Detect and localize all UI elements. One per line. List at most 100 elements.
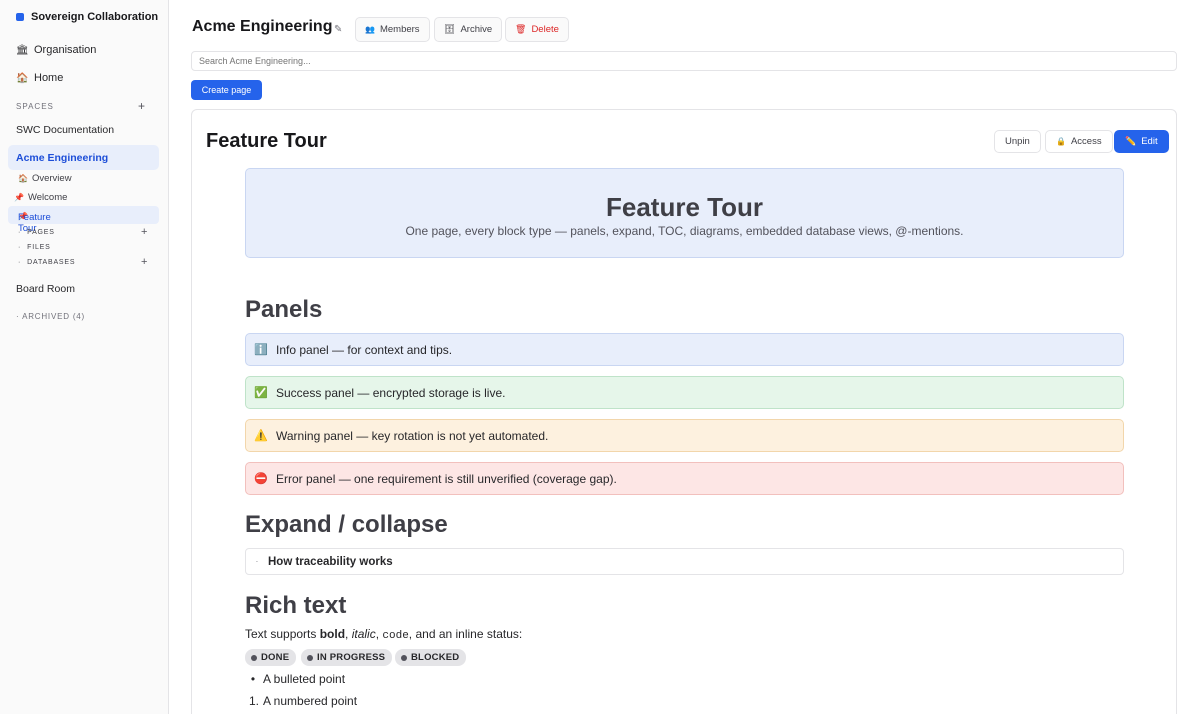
warning-icon: ⚠️ — [254, 430, 268, 442]
tree-section-label: DATABASES — [27, 259, 76, 266]
list-item-text: A bulleted point — [263, 672, 346, 686]
delete-button[interactable]: 🗑 Delete — [505, 17, 569, 42]
status-dot-icon — [251, 654, 257, 661]
search-input[interactable] — [191, 51, 1177, 71]
sidebar-space-acme-engineering[interactable]: Acme Engineering — [8, 145, 159, 170]
bullet-icon: · — [18, 244, 22, 251]
unpin-label: Unpin — [1005, 136, 1030, 147]
list-number: 1. — [249, 694, 260, 708]
expand-heading: Expand / collapse — [245, 511, 448, 538]
sidebar-space-label: Acme Engineering — [16, 152, 109, 164]
rename-pencil-icon[interactable]: ✎ — [334, 24, 342, 35]
no-entry-icon: ⛔ — [254, 473, 268, 485]
edit-button[interactable]: ✏️ Edit — [1114, 130, 1169, 153]
status-dot-icon — [401, 654, 407, 661]
hero-subtitle: One page, every block type — panels, exp… — [405, 224, 964, 238]
panel-text: Success panel — encrypted storage is liv… — [276, 385, 506, 400]
status-badge-in-progress: IN PROGRESS — [301, 649, 393, 666]
bullet-icon: · — [18, 229, 22, 236]
info-icon: ℹ️ — [254, 344, 268, 356]
sidebar-item-label: Welcome — [27, 192, 68, 203]
sidebar-item-overview[interactable]: 🏠 Overview — [18, 173, 72, 184]
sidebar-item-label: Organisation — [34, 44, 97, 56]
people-icon: 👥 — [365, 25, 375, 34]
tree-section-databases[interactable]: · DATABASES — [18, 259, 75, 266]
sidebar-item-organisation[interactable]: 🏛 Organisation — [16, 44, 96, 56]
status-dot-icon — [307, 654, 313, 661]
hero-title: Feature Tour — [606, 192, 763, 222]
error-panel: ⛔ Error panel — one requirement is still… — [245, 462, 1124, 495]
sidebar: Sovereign Collaboration 🏛 Organisation 🏠… — [0, 0, 169, 714]
rich-text-suffix: , and an inline status: — [408, 627, 523, 641]
space-title: Acme Engineering — [192, 18, 333, 35]
add-space-icon[interactable]: + — [138, 100, 145, 112]
unpin-button[interactable]: Unpin — [994, 130, 1041, 153]
tree-section-pages[interactable]: · PAGES — [18, 229, 55, 236]
brand[interactable]: Sovereign Collaboration — [16, 11, 158, 23]
pin-icon: 📌 — [14, 193, 24, 202]
rich-text-separator: , — [345, 627, 352, 641]
status-label: IN PROGRESS — [317, 652, 386, 663]
page-title: Feature Tour — [206, 130, 327, 152]
sidebar-item-label: Home — [34, 72, 64, 84]
bulleted-list-item: • A bulleted point — [249, 672, 345, 686]
sidebar-item-label: Overview — [31, 173, 72, 184]
members-label: Members — [379, 24, 420, 35]
list-item-text: A numbered point — [263, 694, 358, 708]
create-page-button[interactable]: Create page — [191, 80, 262, 100]
check-icon: ✅ — [254, 387, 268, 399]
pencil-icon: ✏️ — [1125, 136, 1137, 146]
chevron-right-icon: · — [255, 557, 259, 566]
numbered-list-item: 1. A numbered point — [249, 694, 357, 708]
brand-name: Sovereign Collaboration — [31, 11, 159, 23]
tree-section-label: FILES — [27, 244, 51, 251]
hero-panel: Feature Tour One page, every block type … — [245, 168, 1124, 258]
home-icon: 🏠 — [16, 72, 29, 84]
access-button[interactable]: 🔒 Access — [1045, 130, 1113, 153]
delete-label: Delete — [531, 24, 559, 35]
panel-text: Error panel — one requirement is still u… — [276, 471, 617, 486]
tree-section-files[interactable]: · FILES — [18, 244, 51, 251]
sidebar-space-board-room[interactable]: Board Room — [16, 283, 75, 295]
spaces-heading: SPACES — [16, 102, 54, 111]
info-panel: ℹ️ Info panel — for context and tips. — [245, 333, 1124, 366]
status-label: BLOCKED — [411, 652, 460, 663]
archive-box-icon: 🗄 — [444, 24, 456, 34]
archived-label: ARCHIVED (4) — [22, 312, 86, 321]
status-label: DONE — [261, 652, 290, 663]
edit-label: Edit — [1141, 136, 1158, 147]
rich-text-prefix: Text supports — [245, 627, 320, 641]
status-badge-done: DONE — [245, 649, 297, 666]
warning-panel: ⚠️ Warning panel — key rotation is not y… — [245, 419, 1124, 452]
home-icon: 🏠 — [18, 174, 28, 183]
status-badge-blocked: BLOCKED — [395, 649, 467, 666]
italic-text: italic — [351, 627, 376, 641]
panel-text: Warning panel — key rotation is not yet … — [276, 428, 549, 443]
code-text: code — [382, 630, 409, 642]
success-panel: ✅ Success panel — encrypted storage is l… — [245, 376, 1124, 409]
bullet-icon: · — [16, 312, 20, 321]
bullet-icon: · — [18, 259, 22, 266]
lock-icon: 🔒 — [1056, 137, 1066, 146]
bullet-icon: • — [250, 672, 256, 686]
access-label: Access — [1070, 136, 1102, 147]
add-page-icon[interactable]: + — [141, 227, 147, 238]
archive-button[interactable]: 🗄 Archive — [434, 17, 503, 42]
bold-text: bold — [319, 627, 346, 641]
sidebar-item-feature-tour[interactable]: 📌 Feature Tour — [8, 206, 159, 234]
add-database-icon[interactable]: + — [141, 257, 147, 268]
sidebar-item-home[interactable]: 🏠 Home — [16, 72, 63, 84]
panel-text: Info panel — for context and tips. — [276, 342, 453, 357]
trash-icon: 🗑 — [515, 24, 527, 34]
sidebar-item-welcome[interactable]: 📌 Welcome — [14, 192, 67, 203]
panels-heading: Panels — [245, 296, 323, 323]
expand-block[interactable]: · How traceability works — [245, 548, 1124, 575]
rich-text-heading: Rich text — [245, 592, 347, 619]
expand-label: How traceability works — [268, 555, 393, 568]
archived-section[interactable]: · ARCHIVED (4) — [16, 312, 85, 321]
rich-text-paragraph: Text supports bold, italic, code, and an… — [245, 627, 522, 642]
sidebar-space-swc-documentation[interactable]: SWC Documentation — [16, 124, 114, 136]
brand-logo-icon — [16, 13, 24, 21]
archive-label: Archive — [460, 24, 493, 35]
members-button[interactable]: 👥 Members — [355, 17, 430, 42]
